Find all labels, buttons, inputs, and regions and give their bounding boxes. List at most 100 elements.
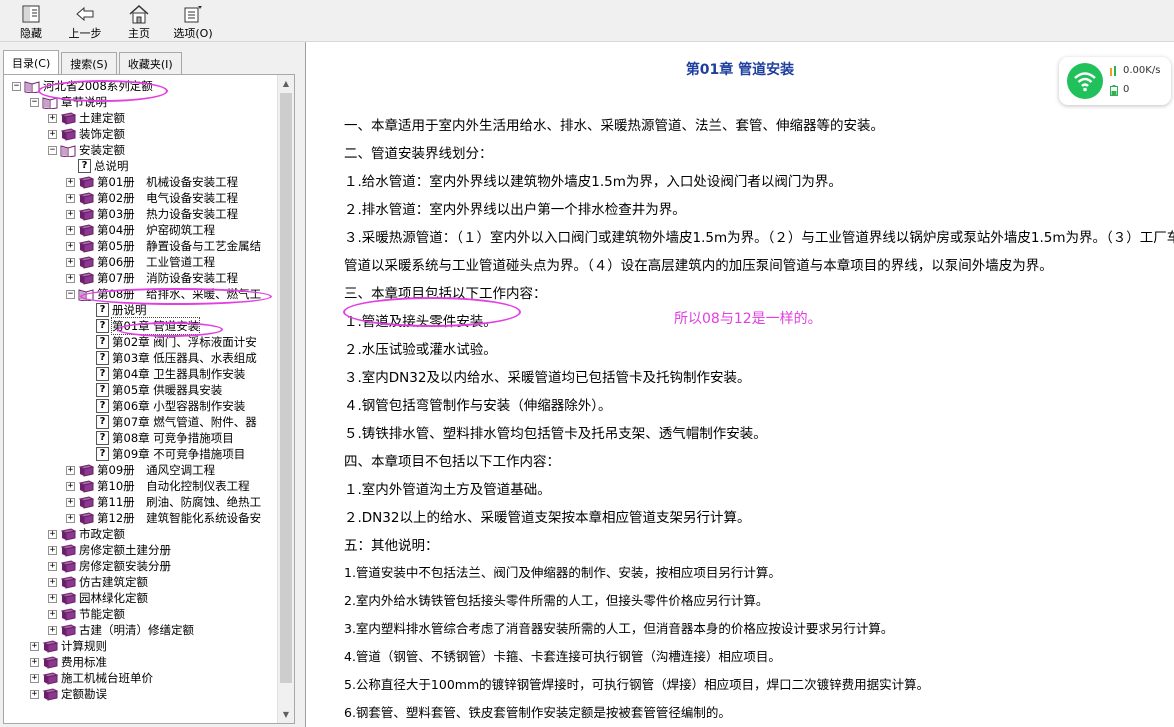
tree-item[interactable]: + 土建定额 bbox=[48, 110, 125, 126]
hide-icon bbox=[20, 4, 42, 24]
tree-item[interactable]: + 市政定额 bbox=[48, 526, 125, 542]
tree-item[interactable]: + 仿古建筑定额 bbox=[48, 574, 148, 590]
expand-icon[interactable]: + bbox=[66, 241, 75, 251]
tree-item[interactable]: + 第03册 热力设备安装工程 bbox=[66, 206, 238, 222]
back-button[interactable]: 上一步 bbox=[58, 0, 112, 42]
tree-item[interactable]: − 第08册 给排水、采暖、燃气工 bbox=[66, 286, 261, 302]
book-closed-icon bbox=[60, 543, 76, 557]
speed-icon bbox=[1110, 66, 1116, 76]
content-paragraph: 4.管道（钢管、不锈钢管）卡箍、卡套连接可执行钢管（沟槽连接）相应项目。 bbox=[344, 649, 781, 664]
expand-icon[interactable]: + bbox=[48, 577, 57, 587]
tree-item[interactable]: ? 第02章 阀门、浮标液面计安 bbox=[84, 334, 257, 350]
tree-item[interactable]: + 第02册 电气设备安装工程 bbox=[66, 190, 238, 206]
expand-icon[interactable]: + bbox=[48, 529, 57, 539]
expand-icon[interactable]: + bbox=[66, 177, 75, 187]
expand-icon[interactable]: + bbox=[48, 609, 57, 619]
expand-icon[interactable]: + bbox=[66, 225, 75, 235]
scroll-up-icon[interactable]: ▲ bbox=[278, 75, 294, 92]
tree-item[interactable]: ? 第07章 燃气管道、附件、器 bbox=[84, 414, 257, 430]
topic-title: 第01章 管道安装 bbox=[685, 62, 795, 78]
tree-item[interactable]: + 第12册 建筑智能化系统设备安 bbox=[66, 510, 261, 526]
expand-icon[interactable]: + bbox=[48, 545, 57, 555]
expand-icon[interactable]: + bbox=[48, 129, 57, 139]
tree-item[interactable]: + 第05册 静置设备与工艺金属结 bbox=[66, 238, 261, 254]
tab-search[interactable]: 搜索(S) bbox=[61, 52, 117, 74]
expand-icon[interactable]: + bbox=[48, 113, 57, 123]
tree-item[interactable]: + 第07册 消防设备安装工程 bbox=[66, 270, 238, 286]
expand-icon[interactable]: + bbox=[66, 513, 75, 523]
expand-icon[interactable]: + bbox=[66, 209, 75, 219]
tree-item[interactable]: ? 第05章 供暖器具安装 bbox=[84, 382, 222, 398]
network-speed-widget[interactable]: 0.00K/s 0 bbox=[1059, 57, 1171, 105]
tree-item[interactable]: + 第09册 通风空调工程 bbox=[66, 462, 215, 478]
tree-item[interactable]: ? 第03章 低压器具、水表组成 bbox=[84, 350, 257, 366]
help-page-icon: ? bbox=[96, 351, 109, 365]
tree-item[interactable]: + 计算规则 bbox=[30, 638, 107, 654]
expand-icon[interactable]: + bbox=[66, 257, 75, 267]
collapse-icon[interactable]: − bbox=[30, 97, 39, 107]
expand-icon[interactable]: + bbox=[66, 193, 75, 203]
hide-label: 隐藏 bbox=[20, 27, 42, 40]
collapse-icon[interactable]: − bbox=[12, 81, 21, 91]
expand-icon[interactable]: + bbox=[66, 465, 75, 475]
tree-item[interactable]: + 第06册 工业管道工程 bbox=[66, 254, 215, 270]
tree-item[interactable]: ? 第04章 卫生器具制作安装 bbox=[84, 366, 245, 382]
tree-item[interactable]: + 古建（明清）修缮定额 bbox=[48, 622, 194, 638]
tree-item[interactable]: + 第11册 刷油、防腐蚀、绝热工 bbox=[66, 494, 261, 510]
tree-item-label: 第07册 消防设备安装工程 bbox=[97, 271, 239, 285]
tree-item[interactable]: + 房修定额安装分册 bbox=[48, 558, 171, 574]
options-button[interactable]: 选项(O) bbox=[166, 0, 220, 42]
tree-item[interactable]: + 装饰定额 bbox=[48, 126, 125, 142]
expand-icon[interactable]: + bbox=[30, 657, 39, 667]
tree-item[interactable]: + 施工机械台班单价 bbox=[30, 670, 153, 686]
tree-item[interactable]: ? 第08章 可竞争措施项目 bbox=[84, 430, 234, 446]
tree-item[interactable]: + 定额勘误 bbox=[30, 686, 107, 702]
expand-icon[interactable]: + bbox=[48, 593, 57, 603]
content-paragraph: 6.钢套管、塑料套管、铁皮套管制作安装定额是按被套管管径编制的。 bbox=[344, 705, 731, 720]
tree-item[interactable]: − 河北省2008系列定额 bbox=[12, 78, 153, 94]
content-paragraph: ４.钢管包括弯管制作与安装（伸缩器除外）。 bbox=[344, 398, 612, 414]
pane-splitter[interactable] bbox=[298, 42, 306, 727]
expand-icon[interactable]: + bbox=[48, 625, 57, 635]
expand-icon[interactable]: + bbox=[48, 561, 57, 571]
tree-item[interactable]: − 章节说明 bbox=[30, 94, 107, 110]
hide-button[interactable]: 隐藏 bbox=[4, 0, 58, 42]
tree-item[interactable]: + 第10册 自动化控制仪表工程 bbox=[66, 478, 250, 494]
expand-icon[interactable]: + bbox=[30, 641, 39, 651]
help-page-icon: ? bbox=[96, 335, 109, 349]
collapse-icon[interactable]: − bbox=[66, 289, 75, 299]
annotation-note: 所以08与12是一样的。 bbox=[674, 311, 822, 327]
tree-item-label: 第06册 工业管道工程 bbox=[97, 255, 216, 269]
tree-item[interactable]: ? 册说明 bbox=[84, 302, 147, 318]
tree-item[interactable]: ? 第06章 小型容器制作安装 bbox=[84, 398, 245, 414]
tree-item[interactable]: + 房修定额土建分册 bbox=[48, 542, 171, 558]
tree-item[interactable]: + 费用标准 bbox=[30, 654, 107, 670]
tree-item[interactable]: ? 总说明 bbox=[66, 158, 129, 174]
scroll-down-icon[interactable]: ▼ bbox=[278, 706, 294, 723]
tree-item[interactable]: ? 第01章 管道安装 bbox=[84, 317, 201, 335]
home-button[interactable]: 主页 bbox=[112, 0, 166, 42]
tree-item-label: 册说明 bbox=[112, 303, 147, 317]
tab-favorites[interactable]: 收藏夹(I) bbox=[118, 52, 182, 74]
tree-item[interactable]: + 第04册 炉窑砌筑工程 bbox=[66, 222, 215, 238]
tree-item[interactable]: + 园林绿化定额 bbox=[48, 590, 148, 606]
tree-item-label: 第08章 可竞争措施项目 bbox=[112, 431, 234, 445]
expand-icon[interactable]: + bbox=[30, 673, 39, 683]
expand-icon[interactable]: + bbox=[66, 273, 75, 283]
tree-item[interactable]: ? 第09章 不可竞争措施项目 bbox=[84, 446, 245, 462]
tree-item-label: 第06章 小型容器制作安装 bbox=[112, 399, 246, 413]
scrollbar-thumb[interactable] bbox=[280, 93, 292, 683]
expand-icon[interactable]: + bbox=[66, 481, 75, 491]
nav-tabs: 目录(C) 搜索(S) 收藏夹(I) bbox=[3, 50, 184, 74]
expand-icon[interactable]: + bbox=[66, 497, 75, 507]
tree-item[interactable]: + 节能定额 bbox=[48, 606, 125, 622]
book-closed-icon bbox=[78, 271, 94, 285]
tab-contents[interactable]: 目录(C) bbox=[3, 50, 60, 74]
tree-item-label: 第09章 不可竞争措施项目 bbox=[112, 447, 246, 461]
tree-item[interactable]: − 安装定额 bbox=[48, 142, 125, 158]
tree-item[interactable]: + 第01册 机械设备安装工程 bbox=[66, 174, 238, 190]
expand-icon[interactable]: + bbox=[30, 689, 39, 699]
topic-content: 第01章 管道安装 一、本章适用于室内外生活用给水、排水、采暖热源管道、法兰、套… bbox=[306, 42, 1174, 727]
collapse-icon[interactable]: − bbox=[48, 145, 57, 155]
tree-scrollbar[interactable]: ▲ ▼ bbox=[277, 75, 294, 723]
